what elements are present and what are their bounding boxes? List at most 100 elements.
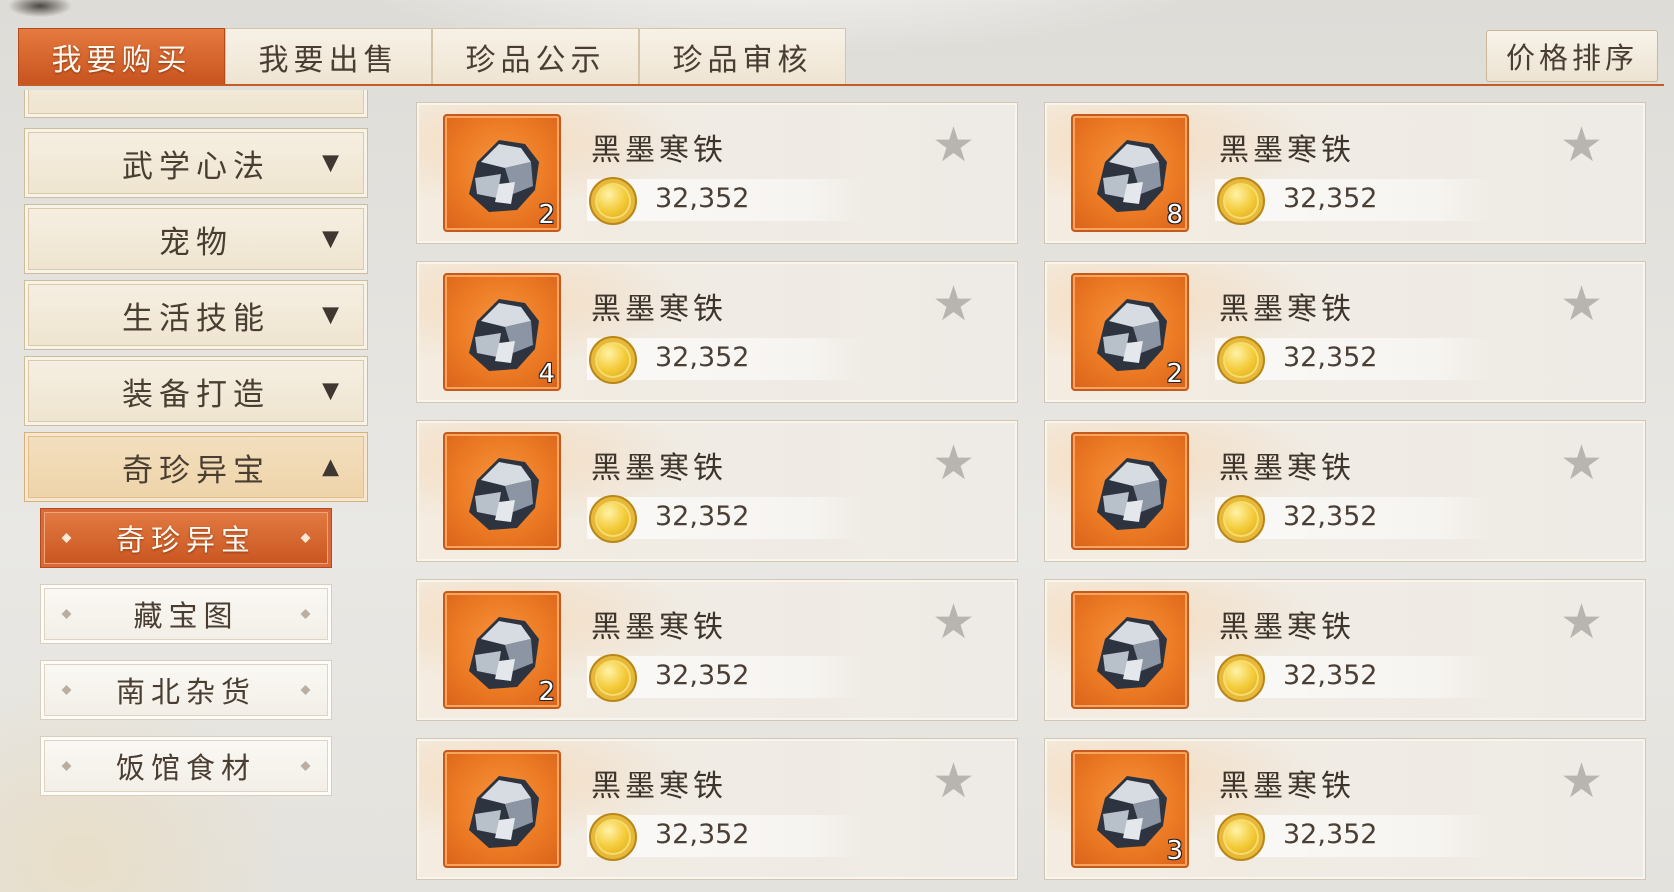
triangle-down-icon: ▼ [322, 378, 339, 404]
star-icon[interactable]: ★ [932, 598, 975, 646]
star-icon[interactable]: ★ [932, 439, 975, 487]
triangle-up-icon: ▲ [322, 454, 339, 480]
diamond-ornament-icon [61, 609, 72, 619]
gold-coin-icon [1217, 495, 1265, 543]
iron-ore-icon: 2 [443, 591, 561, 709]
corner-ornament [0, 0, 90, 28]
diamond-ornament-icon [300, 609, 311, 619]
item-card[interactable]: 8 黑墨寒铁 32,352 ★ [1044, 102, 1646, 244]
star-icon[interactable]: ★ [1560, 280, 1603, 328]
category-label: 宠物 [159, 224, 233, 261]
gold-coin-icon [1217, 177, 1265, 225]
item-card[interactable]: 4 黑墨寒铁 32,352 ★ [416, 261, 1018, 403]
subcategory-label: 饭馆食材 [115, 751, 256, 785]
item-card[interactable]: 3 黑墨寒铁 32,352 ★ [1044, 738, 1646, 880]
item-price: 32,352 [1283, 660, 1378, 691]
triangle-down-icon: ▼ [322, 226, 339, 252]
item-price: 32,352 [1283, 819, 1378, 850]
category-equipment-forging[interactable]: 装备打造 ▼ [24, 356, 368, 426]
tab-treasure-showcase[interactable]: 珍品公示 [432, 28, 639, 84]
item-card[interactable]: 2 黑墨寒铁 32,352 ★ [416, 579, 1018, 721]
subcategory-restaurant-ingredients[interactable]: 饭馆食材 [40, 736, 332, 796]
category-life-skills[interactable]: 生活技能 ▼ [24, 280, 368, 350]
item-name: 黑墨寒铁 [1219, 451, 1355, 486]
category-label: 奇珍异宝 [122, 452, 270, 489]
diamond-ornament-icon [300, 533, 311, 543]
item-price: 32,352 [655, 819, 750, 850]
item-name: 黑墨寒铁 [591, 292, 727, 327]
item-quantity: 8 [1166, 200, 1183, 230]
diamond-ornament-icon [300, 685, 311, 695]
category-martial-arts[interactable]: 武学心法 ▼ [24, 128, 368, 198]
item-quantity: 3 [1166, 836, 1183, 866]
subcategory-sundries[interactable]: 南北杂货 [40, 660, 332, 720]
category-item-hidden[interactable] [24, 90, 368, 118]
iron-ore-icon [1071, 591, 1189, 709]
item-price: 32,352 [1283, 183, 1378, 214]
star-icon[interactable]: ★ [1560, 598, 1603, 646]
item-quantity: 2 [538, 200, 555, 230]
item-card[interactable]: 黑墨寒铁 32,352 ★ [416, 420, 1018, 562]
item-name: 黑墨寒铁 [591, 133, 727, 168]
gold-coin-icon [589, 177, 637, 225]
item-price: 32,352 [655, 501, 750, 532]
item-card[interactable]: 黑墨寒铁 32,352 ★ [1044, 579, 1646, 721]
category-rare-treasures[interactable]: 奇珍异宝 ▲ [24, 432, 368, 502]
item-name: 黑墨寒铁 [1219, 610, 1355, 645]
item-card[interactable]: 黑墨寒铁 32,352 ★ [1044, 420, 1646, 562]
item-price: 32,352 [655, 342, 750, 373]
item-price: 32,352 [1283, 501, 1378, 532]
item-card[interactable]: 黑墨寒铁 32,352 ★ [416, 738, 1018, 880]
item-name: 黑墨寒铁 [591, 610, 727, 645]
tab-bar: 我要购买 我要出售 珍品公示 珍品审核 [18, 28, 846, 84]
iron-ore-icon [1071, 432, 1189, 550]
diamond-ornament-icon [300, 761, 311, 771]
gold-coin-icon [589, 654, 637, 702]
category-sidebar[interactable]: 武学心法 ▼ 宠物 ▼ 生活技能 ▼ 装备打造 ▼ 奇珍异宝 ▲ 奇珍异宝 藏宝… [22, 90, 372, 892]
diamond-ornament-icon [61, 761, 72, 771]
star-icon[interactable]: ★ [1560, 439, 1603, 487]
subcategory-rare-treasures[interactable]: 奇珍异宝 [40, 508, 332, 568]
item-grid: 2 黑墨寒铁 32,352 ★ 8 黑墨寒铁 32,352 ★ 4 黑墨寒铁 3… [416, 102, 1646, 892]
subcategory-label: 奇珍异宝 [115, 523, 256, 557]
star-icon[interactable]: ★ [1560, 121, 1603, 169]
diamond-ornament-icon [61, 685, 72, 695]
item-price: 32,352 [655, 183, 750, 214]
item-name: 黑墨寒铁 [591, 451, 727, 486]
triangle-down-icon: ▼ [322, 302, 339, 328]
gold-coin-icon [1217, 336, 1265, 384]
item-name: 黑墨寒铁 [591, 769, 727, 804]
star-icon[interactable]: ★ [1560, 757, 1603, 805]
item-quantity: 2 [1166, 359, 1183, 389]
tab-buy[interactable]: 我要购买 [18, 28, 225, 84]
iron-ore-icon [443, 750, 561, 868]
iron-ore-icon: 4 [443, 273, 561, 391]
tab-sell[interactable]: 我要出售 [225, 28, 432, 84]
iron-ore-icon: 3 [1071, 750, 1189, 868]
star-icon[interactable]: ★ [932, 280, 975, 328]
item-name: 黑墨寒铁 [1219, 292, 1355, 327]
gold-coin-icon [589, 336, 637, 384]
item-price: 32,352 [1283, 342, 1378, 373]
subcategory-label: 藏宝图 [133, 599, 239, 633]
subcategory-label: 南北杂货 [115, 675, 256, 709]
category-pets[interactable]: 宠物 ▼ [24, 204, 368, 274]
gold-coin-icon [1217, 813, 1265, 861]
subcategory-treasure-map[interactable]: 藏宝图 [40, 584, 332, 644]
iron-ore-icon: 2 [443, 114, 561, 232]
tab-treasure-review[interactable]: 珍品审核 [639, 28, 846, 84]
star-icon[interactable]: ★ [932, 121, 975, 169]
star-icon[interactable]: ★ [932, 757, 975, 805]
gold-coin-icon [1217, 654, 1265, 702]
item-name: 黑墨寒铁 [1219, 769, 1355, 804]
item-card[interactable]: 2 黑墨寒铁 32,352 ★ [1044, 261, 1646, 403]
item-quantity: 2 [538, 677, 555, 707]
price-sort-button[interactable]: 价格排序 [1486, 30, 1658, 82]
item-quantity: 4 [538, 359, 555, 389]
item-card[interactable]: 2 黑墨寒铁 32,352 ★ [416, 102, 1018, 244]
top-bar: 我要购买 我要出售 珍品公示 珍品审核 价格排序 [18, 28, 1664, 86]
gold-coin-icon [589, 495, 637, 543]
item-name: 黑墨寒铁 [1219, 133, 1355, 168]
iron-ore-icon: 2 [1071, 273, 1189, 391]
triangle-down-icon: ▼ [322, 150, 339, 176]
